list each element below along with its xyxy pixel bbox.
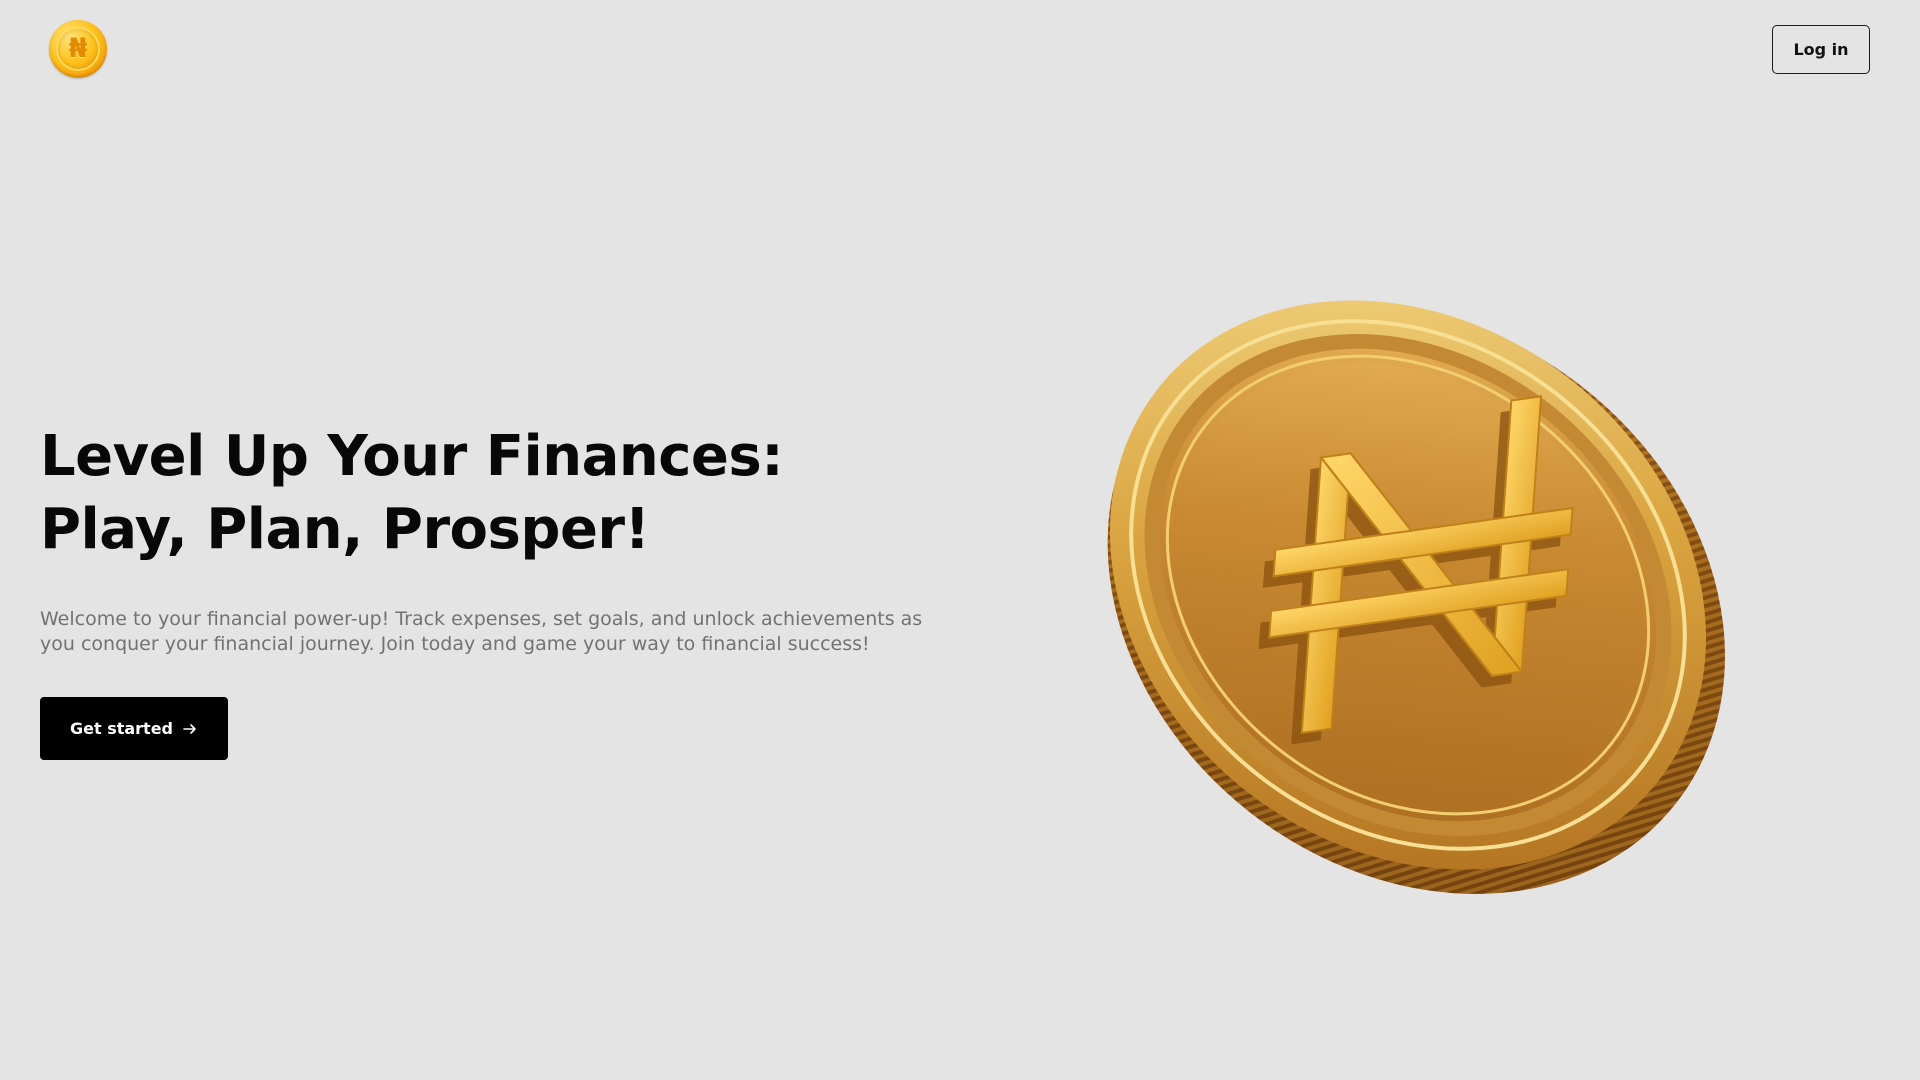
logo-naira-glyph: ₦ (68, 33, 88, 64)
gold-coin-illustration (1090, 250, 1750, 930)
hero-subtitle: Welcome to your financial power-up! Trac… (40, 608, 923, 655)
hero-title: Level Up Your Finances: Play, Plan, Pros… (40, 424, 784, 562)
login-button[interactable]: Log in (1772, 25, 1870, 74)
gold-coin-icon (1107, 300, 1725, 894)
arrow-right-icon (183, 723, 196, 734)
get-started-label: Get started (69, 719, 173, 738)
get-started-button[interactable]: Get started (40, 697, 228, 760)
logo-coin-icon[interactable]: ₦ (49, 20, 107, 78)
